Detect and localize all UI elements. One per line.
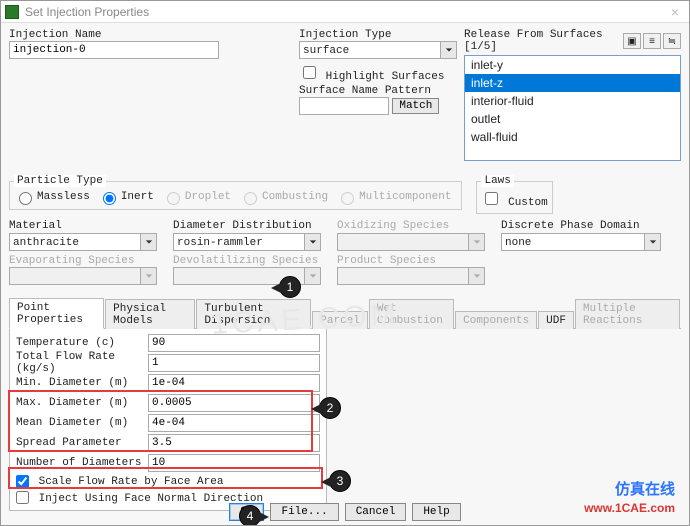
- invert-selection-icon[interactable]: ▣: [623, 33, 641, 49]
- list-item[interactable]: outlet: [465, 110, 680, 128]
- custom-checkbox[interactable]: Custom: [481, 197, 547, 209]
- watermark-url: www.1CAE.com: [584, 501, 675, 515]
- select-all-icon[interactable]: ≡: [643, 33, 661, 49]
- injection-type-select[interactable]: surface: [299, 41, 457, 59]
- radio-inert[interactable]: Inert: [98, 189, 154, 205]
- material-label: Material: [9, 220, 173, 232]
- laws-group: Laws Custom: [476, 175, 552, 214]
- temperature-input[interactable]: [148, 334, 320, 352]
- chevron-down-icon: [140, 234, 156, 250]
- marker-2: 2: [319, 397, 341, 419]
- match-button[interactable]: Match: [392, 98, 439, 114]
- injection-type-value: surface: [300, 43, 352, 59]
- window-title: Set Injection Properties: [25, 5, 149, 19]
- highlight-surfaces-checkbox[interactable]: Highlight Surfaces: [299, 71, 444, 83]
- chevron-down-icon: [140, 268, 156, 284]
- app-icon: [5, 5, 19, 19]
- material-select[interactable]: anthracite: [9, 233, 157, 251]
- mean-diameter-label: Mean Diameter (m): [16, 417, 148, 429]
- tab-point-properties[interactable]: Point Properties: [9, 298, 104, 329]
- tab-turbulent-dispersion[interactable]: Turbulent Dispersion: [196, 299, 311, 329]
- surface-pattern-input[interactable]: [299, 97, 389, 115]
- help-button[interactable]: Help: [412, 503, 460, 521]
- chevron-down-icon: [468, 234, 484, 250]
- list-item[interactable]: interior-fluid: [465, 92, 680, 110]
- temperature-label: Temperature (c): [16, 337, 148, 349]
- laws-legend: Laws: [481, 175, 513, 187]
- marker-1: 1: [279, 276, 301, 298]
- oxidizing-label: Oxidizing Species: [337, 220, 501, 232]
- diameter-dist-label: Diameter Distribution: [173, 220, 337, 232]
- mean-diameter-input[interactable]: [148, 414, 320, 432]
- chevron-down-icon: [468, 268, 484, 284]
- close-icon[interactable]: ×: [665, 4, 685, 20]
- clear-selection-icon[interactable]: ≒: [663, 33, 681, 49]
- chevron-down-icon: [644, 234, 660, 250]
- radio-multicomponent: Multicomponent: [336, 189, 451, 205]
- tab-udf[interactable]: UDF: [538, 311, 574, 329]
- dpd-select[interactable]: none: [501, 233, 661, 251]
- marker-4: 4: [239, 505, 261, 526]
- list-item[interactable]: inlet-y: [465, 56, 680, 74]
- radio-massless[interactable]: Massless: [14, 189, 90, 205]
- max-diameter-label: Max. Diameter (m): [16, 397, 148, 409]
- spread-input[interactable]: [148, 434, 320, 452]
- radio-combusting: Combusting: [239, 189, 328, 205]
- tabs: Point Properties Physical Models Turbule…: [9, 297, 681, 329]
- window: Set Injection Properties × Injection Nam…: [0, 0, 690, 526]
- surface-pattern-label: Surface Name Pattern: [299, 85, 464, 97]
- radio-droplet: Droplet: [162, 189, 231, 205]
- list-item[interactable]: wall-fluid: [465, 128, 680, 146]
- scale-flow-checkbox[interactable]: Scale Flow Rate by Face Area: [16, 476, 223, 488]
- chevron-down-icon: [304, 234, 320, 250]
- num-diameters-label: Number of Diameters: [16, 457, 148, 469]
- min-diameter-input[interactable]: [148, 374, 320, 392]
- product-label: Product Species: [337, 255, 501, 267]
- list-item[interactable]: inlet-z: [465, 74, 680, 92]
- particle-type-group: Particle Type Massless Inert Droplet Com…: [9, 175, 462, 210]
- titlebar: Set Injection Properties ×: [1, 1, 689, 23]
- devolatilizing-label: Devolatilizing Species: [173, 255, 337, 267]
- total-flow-label: Total Flow Rate (kg/s): [16, 351, 148, 375]
- tab-physical-models[interactable]: Physical Models: [105, 299, 195, 329]
- product-select: [337, 267, 485, 285]
- total-flow-input[interactable]: [148, 354, 320, 372]
- injection-type-label: Injection Type: [299, 29, 464, 41]
- cancel-button[interactable]: Cancel: [345, 503, 407, 521]
- max-diameter-input[interactable]: [148, 394, 320, 412]
- injection-name-label: Injection Name: [9, 29, 299, 41]
- min-diameter-label: Min. Diameter (m): [16, 377, 148, 389]
- chevron-down-icon: [304, 268, 320, 284]
- chevron-down-icon: [440, 42, 456, 58]
- tab-components: Components: [455, 311, 537, 329]
- particle-type-legend: Particle Type: [14, 175, 106, 187]
- dpd-label: Discrete Phase Domain: [501, 220, 671, 232]
- marker-3: 3: [329, 470, 351, 492]
- point-properties-pane: Temperature (c) Total Flow Rate (kg/s) M…: [9, 329, 327, 511]
- watermark-cn: 仿真在线: [615, 478, 675, 499]
- oxidizing-select: [337, 233, 485, 251]
- evaporating-label: Evaporating Species: [9, 255, 173, 267]
- release-surfaces-list[interactable]: inlet-y inlet-z interior-fluid outlet wa…: [464, 55, 681, 161]
- diameter-dist-select[interactable]: rosin-rammler: [173, 233, 321, 251]
- tab-parcel: Parcel: [312, 311, 368, 329]
- release-surfaces-label: Release From Surfaces [1/5]: [464, 29, 621, 53]
- body: Injection Name Injection Type surface Hi…: [1, 23, 689, 526]
- injection-name-input[interactable]: [9, 41, 219, 59]
- evaporating-select: [9, 267, 157, 285]
- file-button[interactable]: File...: [270, 503, 338, 521]
- num-diameters-input[interactable]: [148, 454, 320, 472]
- tab-wet-combustion: Wet Combustion: [369, 299, 454, 329]
- tab-multiple-reactions: Multiple Reactions: [575, 299, 680, 329]
- spread-label: Spread Parameter: [16, 437, 148, 449]
